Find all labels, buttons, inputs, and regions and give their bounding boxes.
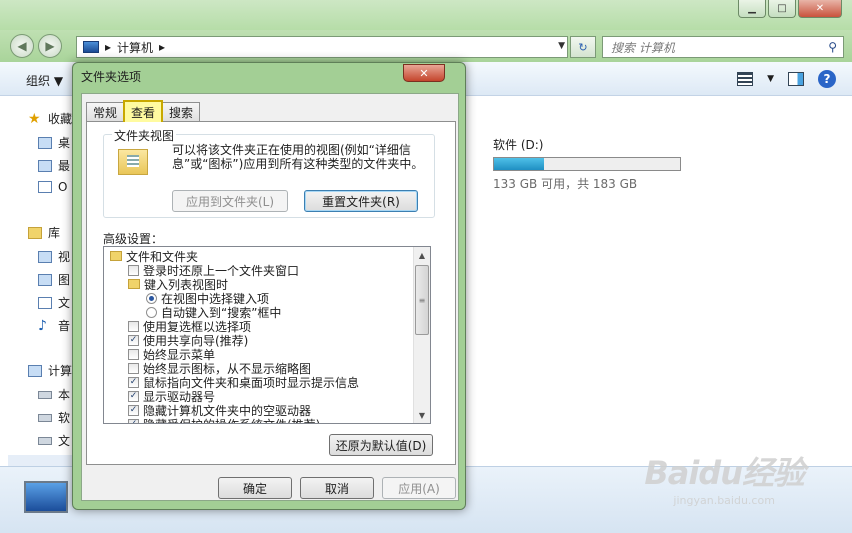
title-bar: ▁ □ ✕ [0, 0, 852, 30]
checkbox[interactable] [128, 348, 139, 360]
sidebar-item-recent[interactable]: 最 [38, 157, 70, 174]
window-controls: ▁ □ ✕ [738, 0, 842, 18]
document-icon [38, 181, 52, 193]
music-icon: ♪ [38, 317, 47, 334]
drive-d-info: 133 GB 可用，共 183 GB [493, 177, 638, 191]
minimize-button[interactable]: ▁ [738, 0, 766, 18]
navigation-bar: ◀ ▶ ▸ 计算机 ▸ ▼ ↻ 搜索 计算机 ⚲ [0, 30, 852, 62]
sidebar-item-documents-drive[interactable]: 文 [38, 432, 70, 449]
list-item[interactable]: ✓隐藏受保护的操作系统文件(推荐) [128, 417, 320, 423]
folder-view-icon [118, 149, 148, 175]
folder-view-group: 文件夹视图 可以将该文件夹正在使用的视图(例如“详细信息”或“图标”)应用到所有… [103, 127, 435, 218]
reset-folders-button[interactable]: 重置文件夹(R) [304, 190, 418, 212]
video-icon [38, 250, 52, 263]
checkbox[interactable]: ✓ [128, 390, 139, 402]
checkbox[interactable]: ✓ [128, 418, 139, 423]
tab-general[interactable]: 常规 [86, 102, 125, 122]
computer-icon [83, 41, 99, 53]
dialog-close-button[interactable]: ✕ [403, 64, 445, 82]
back-button[interactable]: ◀ [10, 34, 34, 58]
view-tab-panel: 文件夹视图 可以将该文件夹正在使用的视图(例如“详细信息”或“图标”)应用到所有… [86, 121, 456, 465]
view-dropdown-icon[interactable]: ▼ [767, 74, 774, 84]
tab-view[interactable]: 查看 [123, 100, 164, 122]
search-icon[interactable]: ⚲ [828, 40, 837, 54]
checkbox[interactable]: ✓ [128, 376, 139, 388]
scroll-thumb[interactable]: ≡ [415, 265, 429, 335]
sidebar-item-computer[interactable]: 计算 [28, 362, 72, 379]
search-placeholder: 搜索 计算机 [611, 40, 675, 55]
sidebar-item-music[interactable]: ♪ 音 [38, 317, 70, 334]
recent-icon [38, 159, 52, 172]
advanced-settings-list[interactable]: 文件和文件夹 登录时还原上一个文件夹窗口 键入列表视图时 在视图中选择键入项 自… [103, 246, 431, 424]
sidebar-item-pictures[interactable]: 图 [38, 271, 70, 288]
checkbox[interactable]: ✓ [128, 334, 139, 346]
forward-button[interactable]: ▶ [38, 34, 62, 58]
preview-pane-icon[interactable] [788, 72, 804, 86]
checkbox[interactable] [128, 320, 139, 332]
dialog-tabs: 常规 查看 搜索 [86, 100, 201, 122]
desktop-icon [38, 136, 52, 149]
folder-icon [110, 251, 122, 261]
apply-button[interactable]: 应用(A) [382, 477, 456, 499]
dialog-title: 文件夹选项 [81, 70, 142, 84]
folder-options-dialog: 文件夹选项 ✕ 常规 查看 搜索 文件夹视图 可以将该文件夹正在使用的视图(例如… [72, 62, 466, 510]
dialog-body: 常规 查看 搜索 文件夹视图 可以将该文件夹正在使用的视图(例如“详细信息”或“… [81, 93, 459, 501]
sidebar-item-onedrive[interactable]: O [38, 180, 67, 194]
radio-button[interactable] [146, 306, 157, 318]
picture-icon [38, 273, 52, 286]
drive-icon [38, 413, 52, 422]
sidebar-item-local-disk[interactable]: 本 [38, 386, 70, 403]
drive-d-tile[interactable]: 软件 (D:) 133 GB 可用，共 183 GB [493, 136, 681, 192]
list-scrollbar[interactable]: ▲ ≡ ▼ [413, 247, 430, 423]
search-input[interactable]: 搜索 计算机 ⚲ [602, 36, 844, 58]
help-icon[interactable]: ? [818, 70, 836, 88]
sidebar-item-videos[interactable]: 视 [38, 248, 70, 265]
organize-button[interactable]: 组织 ▼ [26, 72, 63, 89]
navigation-pane: ★ 收藏 桌 最 O 库 视 图 文 ♪ 音 计算 本 软 文 [0, 96, 80, 477]
folder-view-description: 可以将该文件夹正在使用的视图(例如“详细信息”或“图标”)应用到所有这种类型的文… [172, 143, 424, 171]
computer-icon [28, 364, 42, 377]
drive-d-usage-fill [494, 158, 545, 170]
sidebar-item-documents[interactable]: 文 [38, 294, 70, 311]
close-button[interactable]: ✕ [798, 0, 842, 18]
folder-view-label: 文件夹视图 [112, 127, 177, 144]
sidebar-item-desktop[interactable]: 桌 [38, 134, 70, 151]
sidebar-item-libraries[interactable]: 库 [28, 224, 60, 241]
radio-button[interactable] [146, 292, 157, 304]
folder-icon [128, 279, 140, 289]
library-icon [28, 226, 42, 239]
change-view-icon[interactable] [737, 72, 754, 86]
breadcrumb-separator[interactable]: ▸ [105, 40, 111, 54]
sidebar-item-software-drive[interactable]: 软 [38, 409, 70, 426]
cancel-button[interactable]: 取消 [300, 477, 374, 499]
star-icon: ★ [28, 110, 41, 127]
local-disk-icon [38, 390, 52, 399]
checkbox[interactable] [128, 264, 139, 276]
tab-search[interactable]: 搜索 [162, 102, 201, 122]
watermark-url: jingyan.baidu.com [673, 494, 775, 507]
watermark-brand: Baidu经验 [644, 454, 805, 492]
checkbox[interactable] [128, 362, 139, 374]
drive-icon [38, 436, 52, 445]
advanced-settings-label: 高级设置： [103, 232, 164, 246]
baidu-watermark: Baidu经验 jingyan.baidu.com [644, 448, 805, 507]
breadcrumb-computer[interactable]: 计算机 [117, 39, 153, 56]
address-dropdown-icon[interactable]: ▼ [558, 41, 565, 51]
scroll-up-icon[interactable]: ▲ [414, 247, 430, 263]
command-bar-right: ▼ ? [737, 70, 836, 88]
maximize-button[interactable]: □ [768, 0, 796, 18]
address-bar[interactable]: ▸ 计算机 ▸ ▼ [76, 36, 568, 58]
computer-icon [24, 481, 68, 513]
checkbox[interactable]: ✓ [128, 404, 139, 416]
scroll-down-icon[interactable]: ▼ [414, 407, 430, 423]
drive-d-name: 软件 (D:) [493, 138, 544, 152]
document-icon [38, 296, 52, 309]
ok-button[interactable]: 确定 [218, 477, 292, 499]
drive-d-usage-bar [493, 157, 681, 171]
breadcrumb-separator[interactable]: ▸ [159, 40, 165, 54]
sidebar-item-favorites[interactable]: ★ 收藏 [28, 110, 72, 127]
refresh-button[interactable]: ↻ [570, 36, 596, 58]
apply-to-folders-button[interactable]: 应用到文件夹(L) [172, 190, 288, 212]
restore-defaults-button[interactable]: 还原为默认值(D) [329, 434, 433, 456]
